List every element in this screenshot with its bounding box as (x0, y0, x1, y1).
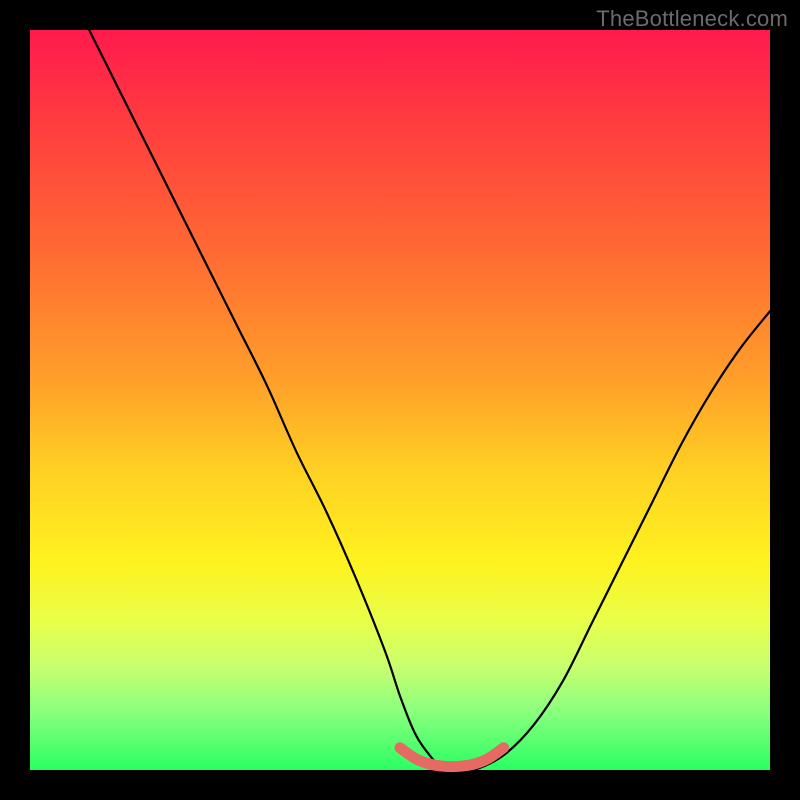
sweet-spot-marker (400, 748, 504, 767)
plot-area (30, 30, 770, 770)
chart-frame: TheBottleneck.com (0, 0, 800, 800)
bottleneck-curve (89, 30, 770, 771)
watermark-text: TheBottleneck.com (596, 6, 788, 32)
curve-layer (30, 30, 770, 770)
